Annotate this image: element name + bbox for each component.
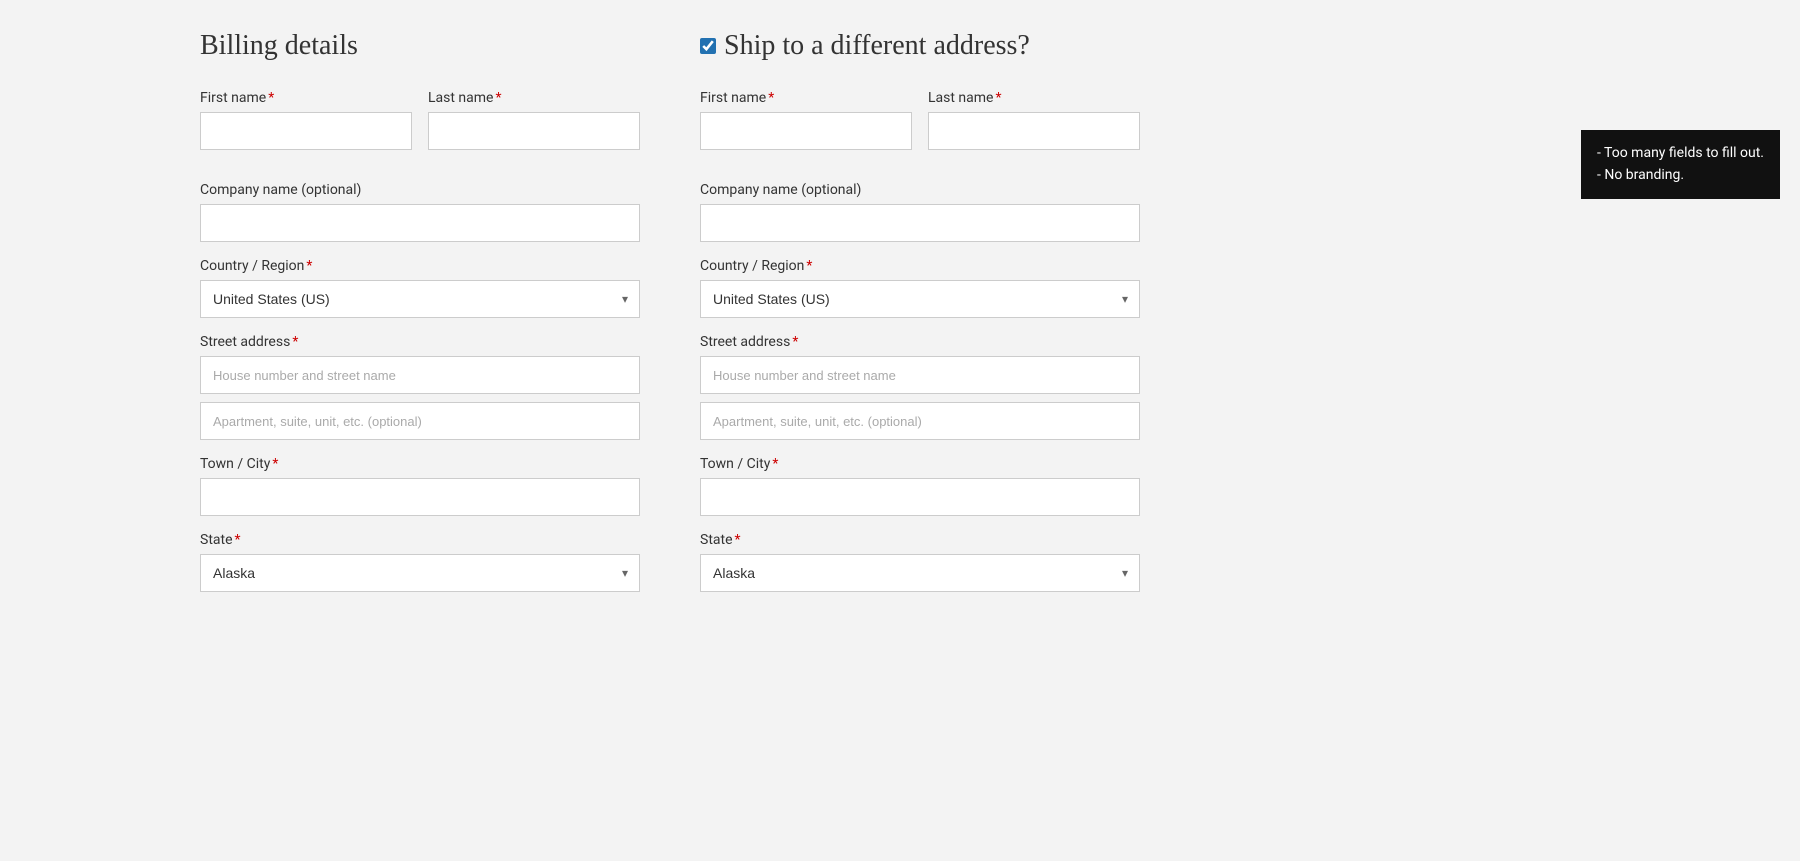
shipping-first-name-input[interactable]: [700, 112, 912, 150]
shipping-country-group: Country / Region* United States (US) Can…: [700, 258, 1140, 318]
shipping-street2-input[interactable]: [700, 402, 1140, 440]
billing-country-select[interactable]: United States (US) Canada United Kingdom: [200, 280, 640, 318]
shipping-street2-group: [700, 402, 1140, 440]
shipping-first-name-group: First name*: [700, 90, 912, 150]
billing-last-name-group: Last name*: [428, 90, 640, 150]
ship-header: Ship to a different address?: [700, 30, 1140, 62]
required-star: *: [272, 456, 278, 472]
shipping-street1-input[interactable]: [700, 356, 1140, 394]
shipping-company-group: Company name (optional): [700, 182, 1140, 242]
billing-first-name-group: First name*: [200, 90, 412, 150]
required-star: *: [495, 90, 501, 106]
billing-country-label: Country / Region*: [200, 258, 640, 274]
shipping-company-input[interactable]: [700, 204, 1140, 242]
shipping-title: Ship to a different address?: [724, 30, 1030, 62]
shipping-state-group: State* Alabama Alaska Arizona Arkansas C…: [700, 532, 1140, 592]
billing-street2-group: [200, 402, 640, 440]
required-star: *: [292, 334, 298, 350]
shipping-state-select-wrapper: Alabama Alaska Arizona Arkansas Californ…: [700, 554, 1140, 592]
required-star: *: [268, 90, 274, 106]
tooltip-line2: - No branding.: [1597, 164, 1764, 186]
billing-company-label: Company name (optional): [200, 182, 640, 198]
billing-last-name-input[interactable]: [428, 112, 640, 150]
billing-state-label: State*: [200, 532, 640, 548]
required-star: *: [306, 258, 312, 274]
required-star: *: [792, 334, 798, 350]
billing-city-label: Town / City*: [200, 456, 640, 472]
tooltip-line1: - Too many fields to fill out.: [1597, 142, 1764, 164]
shipping-country-select[interactable]: United States (US) Canada United Kingdom: [700, 280, 1140, 318]
shipping-section: Ship to a different address? First name*…: [700, 30, 1140, 608]
shipping-country-label: Country / Region*: [700, 258, 1140, 274]
shipping-street1-group: [700, 356, 1140, 394]
billing-company-input[interactable]: [200, 204, 640, 242]
required-star: *: [735, 532, 741, 548]
required-star: *: [772, 456, 778, 472]
shipping-city-input[interactable]: [700, 478, 1140, 516]
billing-country-select-wrapper: United States (US) Canada United Kingdom: [200, 280, 640, 318]
shipping-country-select-wrapper: United States (US) Canada United Kingdom: [700, 280, 1140, 318]
billing-street2-input[interactable]: [200, 402, 640, 440]
required-star: *: [235, 532, 241, 548]
billing-company-group: Company name (optional): [200, 182, 640, 242]
billing-city-input[interactable]: [200, 478, 640, 516]
shipping-state-label: State*: [700, 532, 1140, 548]
billing-title: Billing details: [200, 30, 640, 62]
shipping-street-group: Street address*: [700, 334, 1140, 440]
billing-state-group: State* Alabama Alaska Arizona Arkansas C…: [200, 532, 640, 592]
ship-to-different-checkbox[interactable]: [700, 38, 716, 54]
billing-first-name-input[interactable]: [200, 112, 412, 150]
billing-last-name-label: Last name*: [428, 90, 640, 106]
billing-street1-input[interactable]: [200, 356, 640, 394]
shipping-city-group: Town / City*: [700, 456, 1140, 516]
billing-state-select-wrapper: Alabama Alaska Arizona Arkansas Californ…: [200, 554, 640, 592]
billing-street1-group: [200, 356, 640, 394]
shipping-company-label: Company name (optional): [700, 182, 1140, 198]
billing-street-group: Street address*: [200, 334, 640, 440]
billing-state-select[interactable]: Alabama Alaska Arizona Arkansas Californ…: [200, 554, 640, 592]
required-star: *: [995, 90, 1001, 106]
billing-city-group: Town / City*: [200, 456, 640, 516]
shipping-last-name-input[interactable]: [928, 112, 1140, 150]
billing-section: Billing details First name* Last name* C…: [200, 30, 640, 608]
required-star: *: [806, 258, 812, 274]
billing-first-name-label: First name*: [200, 90, 412, 106]
shipping-last-name-label: Last name*: [928, 90, 1140, 106]
shipping-city-label: Town / City*: [700, 456, 1140, 472]
billing-country-group: Country / Region* United States (US) Can…: [200, 258, 640, 318]
required-star: *: [768, 90, 774, 106]
billing-street-label: Street address*: [200, 334, 640, 350]
shipping-last-name-group: Last name*: [928, 90, 1140, 150]
shipping-state-select[interactable]: Alabama Alaska Arizona Arkansas Californ…: [700, 554, 1140, 592]
tooltip-box: - Too many fields to fill out. - No bran…: [1581, 130, 1780, 199]
shipping-first-name-label: First name*: [700, 90, 912, 106]
shipping-street-label: Street address*: [700, 334, 1140, 350]
